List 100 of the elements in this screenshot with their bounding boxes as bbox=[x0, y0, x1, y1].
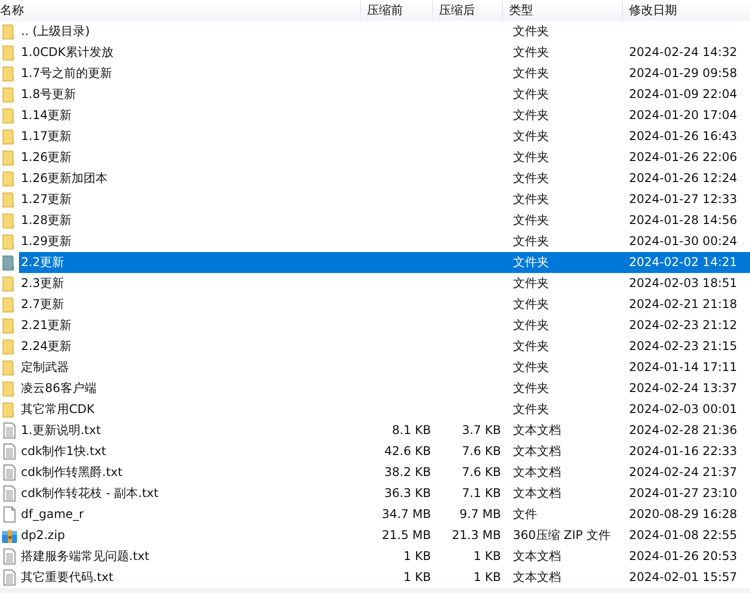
column-header[interactable]: 类型 bbox=[502, 0, 622, 21]
original-size: 34.7 MB bbox=[380, 506, 432, 523]
file-type: 文件 bbox=[512, 506, 538, 523]
file-name[interactable]: 定制武器 bbox=[19, 357, 71, 378]
file-type: 文本文档 bbox=[512, 548, 562, 565]
file-type: 文件夹 bbox=[512, 44, 550, 61]
modified-date: 2024-02-01 15:57 bbox=[628, 569, 738, 586]
file-type: 文件夹 bbox=[512, 401, 550, 418]
modified-date: 2024-01-14 17:11 bbox=[628, 359, 738, 376]
modified-date: 2024-02-28 21:36 bbox=[628, 422, 738, 439]
file-type: 文件夹 bbox=[512, 275, 550, 292]
file-name[interactable]: 1.29更新 bbox=[19, 231, 74, 252]
folder-icon bbox=[2, 254, 17, 271]
file-type: 文件夹 bbox=[512, 359, 550, 376]
file-type: 文件夹 bbox=[512, 149, 550, 166]
file-name[interactable]: 2.7更新 bbox=[19, 294, 66, 315]
file-name[interactable]: 1.27更新 bbox=[19, 189, 74, 210]
column-header[interactable]: 压缩前 bbox=[360, 0, 432, 21]
folder-icon bbox=[2, 401, 17, 418]
compressed-size: 7.6 KB bbox=[461, 443, 502, 460]
file-name[interactable]: 2.2更新 bbox=[19, 252, 66, 273]
file-type: 文件夹 bbox=[512, 86, 550, 103]
column-header[interactable]: 修改日期 bbox=[622, 0, 750, 21]
file-name[interactable]: cdk制作1快.txt bbox=[19, 441, 108, 462]
modified-date: 2024-01-27 12:33 bbox=[628, 191, 738, 208]
folder-icon bbox=[2, 317, 17, 334]
file-name[interactable]: 1.28更新 bbox=[19, 210, 74, 231]
folder-icon bbox=[2, 170, 17, 187]
file-type: 360压缩 ZIP 文件 bbox=[512, 527, 612, 544]
file-name[interactable]: cdk制作转花枝 - 副本.txt bbox=[19, 483, 160, 504]
original-size: 1 KB bbox=[402, 548, 432, 565]
text-file-icon bbox=[2, 464, 17, 481]
file-type: 文件夹 bbox=[512, 191, 550, 208]
modified-date: 2024-01-26 12:24 bbox=[628, 170, 738, 187]
file-type: 文件夹 bbox=[512, 254, 550, 271]
column-header[interactable]: 名称 bbox=[0, 0, 360, 21]
compressed-size: 7.1 KB bbox=[461, 485, 502, 502]
original-size: 21.5 MB bbox=[380, 527, 432, 544]
modified-date: 2024-02-03 00:01 bbox=[628, 401, 738, 418]
compressed-size: 1 KB bbox=[472, 569, 502, 586]
modified-date: 2024-01-26 22:06 bbox=[628, 149, 738, 166]
modified-date: 2024-02-23 21:15 bbox=[628, 338, 738, 355]
column-header[interactable]: 压缩后 bbox=[432, 0, 502, 21]
modified-date: 2024-02-24 14:32 bbox=[628, 44, 738, 61]
file-name[interactable]: 搭建服务端常见问题.txt bbox=[19, 546, 152, 567]
modified-date: 2024-02-24 21:37 bbox=[628, 464, 738, 481]
file-name[interactable]: 凌云86客户端 bbox=[19, 378, 98, 399]
file-name[interactable]: 1.14更新 bbox=[19, 105, 74, 126]
file-name[interactable]: 1.26更新加团本 bbox=[19, 168, 110, 189]
modified-date: 2024-02-23 21:12 bbox=[628, 317, 738, 334]
text-file-icon bbox=[2, 548, 17, 565]
text-file-icon bbox=[2, 485, 17, 502]
folder-icon bbox=[2, 296, 17, 313]
file-type: 文件夹 bbox=[512, 380, 550, 397]
file-type: 文件夹 bbox=[512, 317, 550, 334]
compressed-size: 1 KB bbox=[472, 548, 502, 565]
file-name[interactable]: .. (上级目录) bbox=[19, 21, 92, 42]
file-type: 文件夹 bbox=[512, 107, 550, 124]
modified-date: 2024-01-28 14:56 bbox=[628, 212, 738, 229]
file-name[interactable]: 2.21更新 bbox=[19, 315, 74, 336]
file-type: 文件夹 bbox=[512, 233, 550, 250]
modified-date: 2024-01-27 23:10 bbox=[628, 485, 738, 502]
modified-date: 2020-08-29 16:28 bbox=[628, 506, 738, 523]
file-name[interactable]: 1.更新说明.txt bbox=[19, 420, 103, 441]
file-icon bbox=[2, 506, 17, 523]
compressed-size: 21.3 MB bbox=[450, 527, 502, 544]
modified-date: 2024-02-24 13:37 bbox=[628, 380, 738, 397]
selected-row-highlight[interactable]: 2.2更新 文件夹 2024-02-02 14:21 bbox=[0, 252, 750, 273]
original-size: 42.6 KB bbox=[383, 443, 432, 460]
file-type: 文本文档 bbox=[512, 485, 562, 502]
modified-date: 2024-01-08 22:55 bbox=[628, 527, 738, 544]
modified-date: 2024-02-21 21:18 bbox=[628, 296, 738, 313]
file-name[interactable]: 其它常用CDK bbox=[19, 399, 96, 420]
file-type: 文件夹 bbox=[512, 128, 550, 145]
modified-date: 2024-01-26 20:53 bbox=[628, 548, 738, 565]
file-name[interactable]: 1.8号更新 bbox=[19, 84, 78, 105]
file-name[interactable]: 1.17更新 bbox=[19, 126, 74, 147]
folder-icon bbox=[2, 23, 17, 40]
file-name[interactable]: cdk制作转黑爵.txt bbox=[19, 462, 124, 483]
file-name[interactable]: 2.24更新 bbox=[19, 336, 74, 357]
archive-icon bbox=[2, 527, 17, 544]
folder-icon bbox=[2, 338, 17, 355]
file-name[interactable]: 1.7号之前的更新 bbox=[19, 63, 114, 84]
folder-icon bbox=[2, 380, 17, 397]
file-name[interactable]: dp2.zip bbox=[19, 525, 67, 546]
file-type: 文件夹 bbox=[512, 170, 550, 187]
file-name[interactable]: df_game_r bbox=[19, 504, 86, 525]
folder-icon bbox=[2, 233, 17, 250]
file-name[interactable]: 1.26更新 bbox=[19, 147, 74, 168]
file-type: 文件夹 bbox=[512, 212, 550, 229]
text-file-icon bbox=[2, 422, 17, 439]
modified-date: 2024-02-03 18:51 bbox=[628, 275, 738, 292]
original-size: 1 KB bbox=[402, 569, 432, 586]
modified-date: 2024-01-29 09:58 bbox=[628, 65, 738, 82]
folder-icon bbox=[2, 359, 17, 376]
modified-date: 2024-01-16 22:33 bbox=[628, 443, 738, 460]
file-name[interactable]: 1.0CDK累计发放 bbox=[19, 42, 116, 63]
folder-icon bbox=[2, 149, 17, 166]
file-name[interactable]: 其它重要代码.txt bbox=[19, 567, 116, 588]
file-name[interactable]: 2.3更新 bbox=[19, 273, 66, 294]
